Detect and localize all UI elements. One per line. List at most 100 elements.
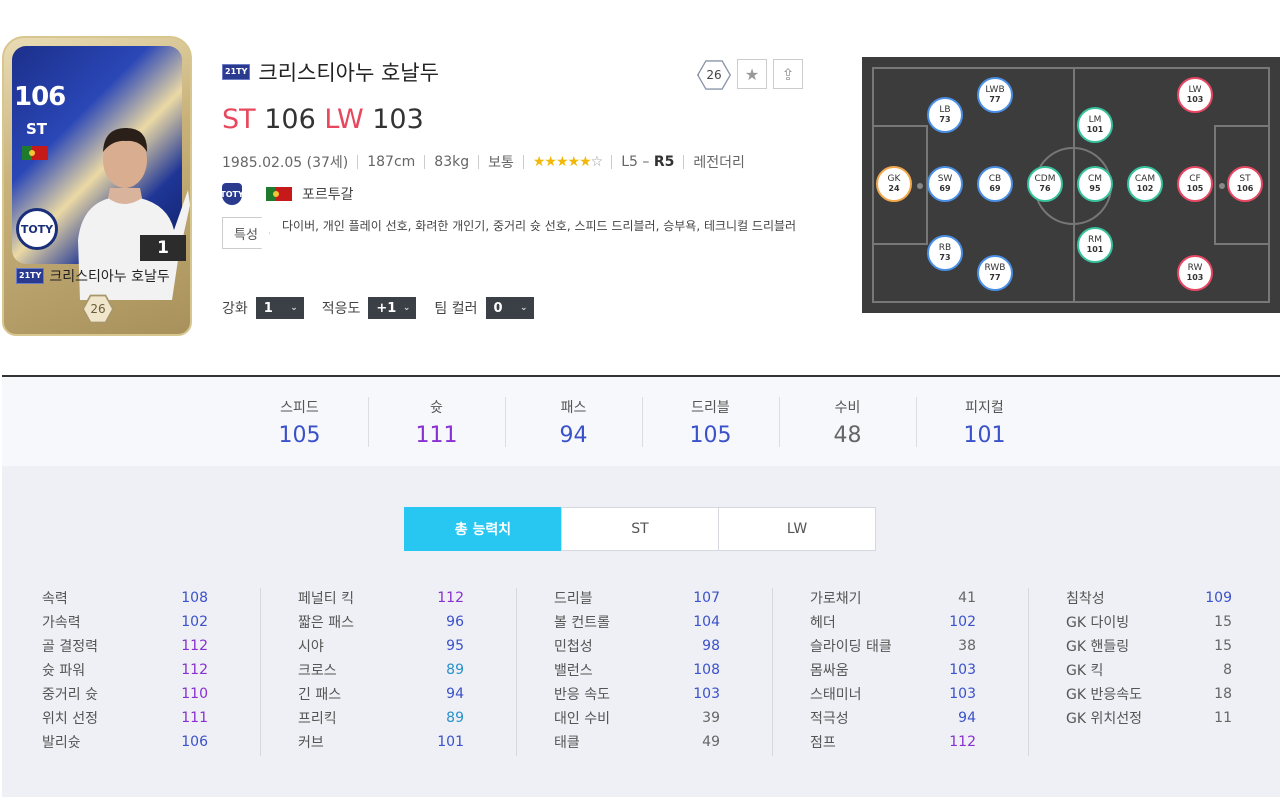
favorite-star-icon[interactable]: ★ <box>737 59 767 89</box>
position-label: RWB <box>984 263 1006 273</box>
position-lm: LM 101 <box>1077 107 1113 143</box>
position-value: 103 <box>1186 95 1204 104</box>
enhance-label: 강화 <box>222 301 248 317</box>
position-lb: LB 73 <box>927 97 963 133</box>
tab-lw[interactable]: LW <box>718 507 876 551</box>
stat-value: 49 <box>702 734 720 750</box>
stat-row: 적극성 94 <box>810 706 976 730</box>
height: 187cm <box>367 154 416 170</box>
stat-row: 위치 선정 111 <box>42 706 208 730</box>
column-separator <box>772 588 773 756</box>
player-meta: 1985.02.05 (37세) 187cm 83kg 보통 ★★★★★☆ L5… <box>222 153 822 171</box>
teamcolor-label: 팀 컬러 <box>434 301 478 317</box>
stat-value: 41 <box>958 590 976 606</box>
stat-row: 슬라이딩 태클 38 <box>810 634 976 658</box>
stat-row: 속력 108 <box>42 586 208 610</box>
card-player-name: 크리스티아누 호날두 <box>49 269 170 285</box>
player-header: 106 ST TOTY 1 21TY 크리스티아누 호날두 26 21TY 크리… <box>0 0 1280 376</box>
position-label: CAM <box>1134 174 1156 184</box>
stat-row: 침착성 109 <box>1066 586 1232 610</box>
position-value: 101 <box>1086 125 1104 134</box>
stat-value: 104 <box>693 614 720 630</box>
stat-row: 가로채기 41 <box>810 586 976 610</box>
teamcolor-value: 0 <box>493 300 503 316</box>
summary-value: 101 <box>963 423 1006 448</box>
player-class: 레전더리 <box>693 155 745 171</box>
stat-name: GK 위치선정 <box>1066 711 1142 727</box>
chevron-down-icon: ⌄ <box>290 303 298 313</box>
stat-value: 107 <box>693 590 720 606</box>
chevron-down-icon: ⌄ <box>402 303 411 313</box>
summary-value: 111 <box>415 423 458 448</box>
action-buttons: 26 ★ ⇪ <box>697 59 803 91</box>
body-type: 보통 <box>488 155 514 171</box>
position-value: 102 <box>1136 184 1154 193</box>
stat-row: 슛 파워 112 <box>42 658 208 682</box>
position-cam: CAM 102 <box>1127 166 1163 202</box>
summary-value: 105 <box>689 423 732 448</box>
chevron-down-icon: ⌄ <box>519 303 528 313</box>
stat-tabs: 총 능력치 ST LW <box>404 507 876 551</box>
stat-row: 긴 패스 94 <box>298 682 464 706</box>
stat-name: 몸싸움 <box>810 663 849 679</box>
portugal-flag-icon <box>22 146 48 160</box>
teamcolor-select[interactable]: 0 ⌄ <box>485 297 534 319</box>
stat-name: 스태미너 <box>810 687 862 703</box>
stat-name: 시야 <box>298 639 324 655</box>
summary-label: 패스 <box>560 400 587 416</box>
summary-stat: 드리블 105 <box>642 397 779 448</box>
traits-row: 특성 다이버, 개인 플레이 선호, 화려한 개인기, 중거리 슛 선호, 스피… <box>222 217 822 249</box>
position-value: 73 <box>939 253 951 262</box>
stat-column: 페널티 킥 112 짧은 패스 96 시야 95 크로스 89 긴 패스 94 프리킥 89 커브 101 <box>298 586 464 754</box>
stat-name: 밸런스 <box>554 663 593 679</box>
stat-name: 골 결정력 <box>42 639 98 655</box>
stat-value: 102 <box>181 614 208 630</box>
enhance-select[interactable]: 1 ⌄ <box>255 297 304 319</box>
stat-value: 101 <box>437 734 464 750</box>
stat-value: 103 <box>949 686 976 702</box>
stat-name: 적극성 <box>810 711 849 727</box>
upgrade-arrow-icon[interactable]: ⇪ <box>773 59 803 89</box>
position-value: 105 <box>1186 184 1204 193</box>
position-cb: CB 69 <box>977 166 1013 202</box>
summary-label: 슛 <box>430 400 443 416</box>
position-value: 95 <box>1089 184 1101 193</box>
stat-value: 103 <box>949 662 976 678</box>
stat-value: 39 <box>702 710 720 726</box>
stat-value: 96 <box>446 614 464 630</box>
foot-left: L5 – <box>621 154 650 170</box>
tab-total[interactable]: 총 능력치 <box>404 507 562 551</box>
stat-value: 112 <box>181 638 208 654</box>
position-cdm: CDM 76 <box>1027 166 1063 202</box>
stat-name: 커브 <box>298 735 324 751</box>
stat-value: 15 <box>1214 638 1232 654</box>
adapt-value: +1 <box>376 300 397 316</box>
stat-value: 102 <box>949 614 976 630</box>
stat-name: 대인 수비 <box>554 711 610 727</box>
stat-row: 짧은 패스 96 <box>298 610 464 634</box>
stat-name: GK 다이빙 <box>1066 615 1130 631</box>
stat-row: 몸싸움 103 <box>810 658 976 682</box>
stat-name: 태클 <box>554 735 580 751</box>
stat-row: 커브 101 <box>298 730 464 754</box>
position-rm: RM 101 <box>1077 227 1113 263</box>
adapt-select[interactable]: +1 ⌄ <box>368 297 417 319</box>
position-value: 24 <box>888 184 900 193</box>
player-card: 106 ST TOTY 1 21TY 크리스티아누 호날두 26 <box>2 36 192 336</box>
card-enhance-level: 1 <box>140 235 186 261</box>
stat-name: 민첩성 <box>554 639 593 655</box>
tab-st[interactable]: ST <box>561 507 719 551</box>
position-cm: CM 95 <box>1077 166 1113 202</box>
card-position: ST <box>26 120 48 138</box>
position-ratings: ST 106 LW 103 <box>222 104 822 135</box>
summary-label: 스피드 <box>280 400 319 416</box>
column-separator <box>516 588 517 756</box>
stat-name: 속력 <box>42 591 68 607</box>
summary-value: 94 <box>559 423 588 448</box>
stat-row: 점프 112 <box>810 730 976 754</box>
birth-date: 1985.02.05 (37세) <box>222 155 349 171</box>
position-label: RW <box>1187 263 1203 273</box>
summary-stat: 수비 48 <box>779 397 916 448</box>
traits-label: 특성 <box>222 217 270 249</box>
stat-value: 94 <box>446 686 464 702</box>
